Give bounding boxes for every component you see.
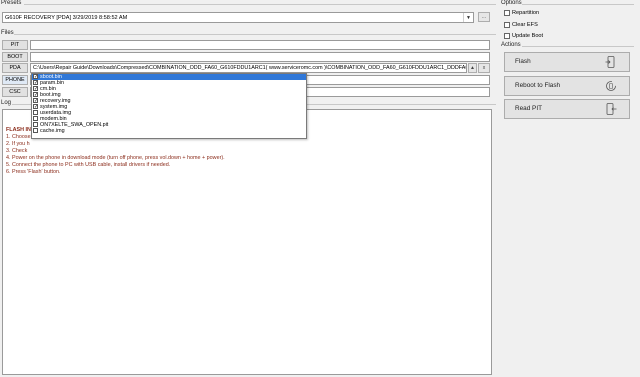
phone-flash-icon bbox=[605, 56, 615, 68]
pit-file-field[interactable] bbox=[30, 40, 490, 50]
checkbox-icon[interactable]: ✓ bbox=[33, 92, 38, 98]
read-pit-label: Read PIT bbox=[515, 105, 542, 112]
file-list-item[interactable]: cache.img bbox=[32, 128, 306, 134]
chevron-down-icon[interactable]: ▼ bbox=[463, 13, 473, 22]
log-line: 3. Check bbox=[6, 148, 28, 154]
log-line: 2. If you h bbox=[6, 141, 30, 147]
log-line: 5. Connect the phone to PC with USB cabl… bbox=[6, 162, 171, 168]
clear-efs-label: Clear EFS bbox=[512, 22, 538, 28]
checkbox-icon[interactable] bbox=[33, 110, 38, 115]
flash-label: Flash bbox=[515, 58, 531, 65]
pit-button[interactable]: PIT bbox=[2, 40, 28, 50]
checkbox-icon[interactable] bbox=[33, 116, 38, 121]
repartition-checkbox[interactable]: Repartition bbox=[504, 9, 539, 17]
checkbox-icon[interactable]: ✓ bbox=[33, 98, 38, 104]
pda-dropdown-toggle[interactable]: ▲ bbox=[468, 63, 477, 73]
update-boot-label: Update Boot bbox=[512, 33, 544, 39]
boot-button[interactable]: BOOT bbox=[2, 52, 28, 62]
presets-selected-value: G610F RECOVERY [PDA] 3/29/2019 8:58:52 A… bbox=[5, 15, 128, 21]
log-group-label: Log bbox=[1, 100, 12, 106]
flash-button[interactable]: Flash bbox=[504, 52, 630, 72]
read-pit-button[interactable]: Read PIT bbox=[504, 99, 630, 119]
checkbox-icon[interactable] bbox=[504, 21, 510, 28]
pda-clear-button[interactable]: x bbox=[478, 63, 490, 73]
checkbox-icon[interactable]: ✓ bbox=[33, 74, 38, 80]
pda-button[interactable]: PDA bbox=[2, 63, 28, 73]
pda-file-field[interactable]: C:\Users\Repair Guide\Downloads\Compress… bbox=[30, 63, 467, 73]
checkbox-icon[interactable] bbox=[33, 128, 38, 133]
checkbox-icon[interactable] bbox=[33, 122, 38, 127]
log-line: 4. Power on the phone in download mode (… bbox=[6, 155, 225, 161]
update-boot-checkbox[interactable]: Update Boot bbox=[504, 32, 543, 40]
presets-more-button[interactable]: ... bbox=[478, 12, 490, 22]
checkbox-icon[interactable] bbox=[504, 9, 510, 16]
pda-file-list[interactable]: ✓ sboot.bin ✓ param.bin ✓ cm.bin ✓ boot.img … bbox=[31, 73, 307, 139]
log-panel: FLASH IN 1. Choose 2. If you h 3. Check … bbox=[2, 109, 492, 375]
options-group-label: Options bbox=[501, 0, 522, 6]
options-divider bbox=[522, 4, 634, 5]
read-pit-icon bbox=[606, 103, 617, 115]
csc-button[interactable]: CSC bbox=[2, 87, 28, 97]
reboot-icon bbox=[606, 81, 616, 91]
files-divider bbox=[14, 34, 496, 35]
phone-button[interactable]: PHONE bbox=[2, 75, 28, 85]
checkbox-icon[interactable]: ✓ bbox=[33, 86, 38, 92]
repartition-label: Repartition bbox=[512, 10, 540, 16]
log-line: 6. Press 'Flash' button. bbox=[6, 169, 61, 175]
reboot-to-flash-button[interactable]: Reboot to Flash bbox=[504, 76, 630, 96]
boot-file-field[interactable] bbox=[30, 52, 490, 62]
checkbox-icon[interactable]: ✓ bbox=[33, 104, 38, 110]
presets-select[interactable]: G610F RECOVERY [PDA] 3/29/2019 8:58:52 A… bbox=[2, 12, 474, 23]
clear-efs-checkbox[interactable]: Clear EFS bbox=[504, 21, 538, 29]
checkbox-icon[interactable] bbox=[504, 32, 510, 39]
presets-divider bbox=[24, 4, 496, 5]
reboot-to-flash-label: Reboot to Flash bbox=[515, 82, 561, 89]
presets-group-label: Presets bbox=[1, 0, 22, 6]
files-group-label: Files bbox=[1, 30, 14, 36]
checkbox-icon[interactable]: ✓ bbox=[33, 80, 38, 86]
actions-divider bbox=[522, 46, 634, 47]
actions-group-label: Actions bbox=[501, 42, 521, 48]
